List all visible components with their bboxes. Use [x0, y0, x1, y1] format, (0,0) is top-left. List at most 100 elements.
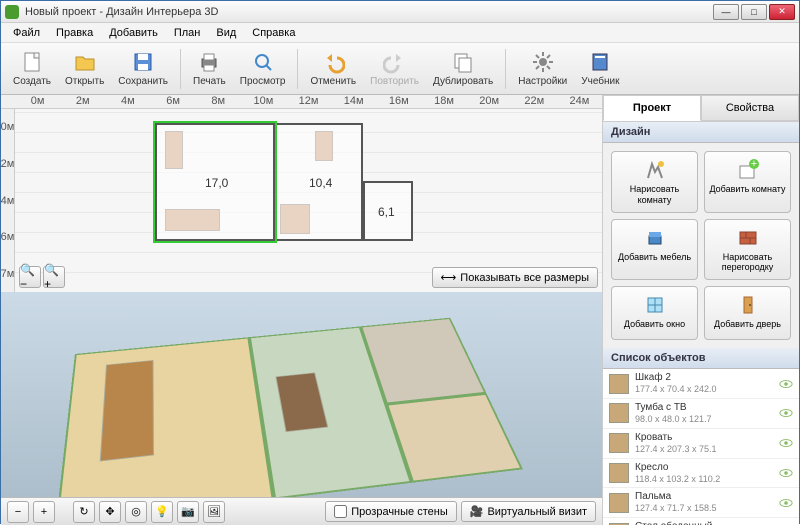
view3d-camera[interactable]: 📷: [177, 501, 199, 523]
visibility-toggle-icon[interactable]: [779, 379, 793, 389]
ruler-tick: 7м: [1, 255, 14, 292]
menu-добавить[interactable]: Добавить: [101, 25, 166, 41]
object-thumbnail: [609, 374, 629, 394]
transparent-walls-label: Прозрачные стены: [351, 506, 447, 518]
workspace: 0м2м4м6м8м10м12м14м16м18м20м22м24м 0м2м4…: [1, 95, 603, 525]
visibility-toggle-icon[interactable]: [779, 408, 793, 418]
menu-вид[interactable]: Вид: [208, 25, 244, 41]
visibility-toggle-icon[interactable]: [779, 498, 793, 508]
object-dimensions: 98.0 x 48.0 x 121.7: [635, 414, 773, 425]
close-button[interactable]: ✕: [769, 4, 795, 20]
object-row[interactable]: Тумба с ТВ98.0 x 48.0 x 121.7: [603, 399, 799, 429]
view3d-toolbar: − + ↻ ✥ ◎ 💡 📷 🖼 Прозрачные стены 🎥 Вирту…: [1, 497, 602, 525]
objects-list[interactable]: Шкаф 2177.4 x 70.4 x 242.0 Тумба с ТВ98.0…: [603, 369, 799, 525]
add-door-button[interactable]: Добавить дверь: [704, 286, 791, 340]
view3d-zoom-in[interactable]: +: [33, 501, 55, 523]
new-icon: [20, 50, 44, 74]
dimensions-icon: ⟷: [441, 271, 457, 284]
view3d-pan[interactable]: ✥: [99, 501, 121, 523]
virtual-tour-button[interactable]: 🎥 Виртуальный визит: [461, 501, 596, 522]
room[interactable]: 6,1: [363, 181, 413, 241]
add-room-icon: +: [736, 158, 760, 182]
view-3d[interactable]: − + ↻ ✥ ◎ 💡 📷 🖼 Прозрачные стены 🎥 Вирту…: [1, 292, 602, 525]
menu-файл[interactable]: Файл: [5, 25, 48, 41]
draw-partition-icon: [736, 226, 760, 250]
open-button[interactable]: Открыть: [59, 48, 110, 89]
tab-properties[interactable]: Свойства: [701, 95, 799, 121]
show-dimensions-button[interactable]: ⟷ Показывать все размеры: [432, 267, 598, 288]
object-name: Стол обеденный: [635, 521, 773, 525]
object-name: Кровать: [635, 432, 773, 444]
object-row[interactable]: Кресло118.4 x 103.2 x 110.2: [603, 459, 799, 489]
preview-button[interactable]: Просмотр: [234, 48, 292, 89]
plan-2d-area[interactable]: 0м2м4м6м7м 6,110,417,0 🔍− 🔍+ ⟷ Показыват…: [1, 109, 602, 292]
object-dimensions: 177.4 x 70.4 x 242.0: [635, 384, 773, 395]
duplicate-button[interactable]: Дублировать: [427, 48, 499, 89]
settings-button[interactable]: Настройки: [512, 48, 573, 89]
toolbar-label: Повторить: [370, 76, 419, 87]
view3d-orbit[interactable]: ◎: [125, 501, 147, 523]
menu-справка[interactable]: Справка: [244, 25, 303, 41]
new-button[interactable]: Создать: [7, 48, 57, 89]
ruler-tick: 24м: [557, 95, 602, 108]
add-door-icon: [736, 293, 760, 317]
view3d-rotate[interactable]: ↻: [73, 501, 95, 523]
add-window-button[interactable]: Добавить окно: [611, 286, 698, 340]
object-info: Шкаф 2177.4 x 70.4 x 242.0: [635, 372, 773, 395]
toolbar-label: Отменить: [310, 76, 356, 87]
transparent-walls-checkbox[interactable]: [334, 505, 347, 518]
ruler-tick: 0м: [15, 95, 60, 108]
minimize-button[interactable]: —: [713, 4, 739, 20]
toolbar-label: Создать: [13, 76, 51, 87]
design-btn-label: Нарисовать комнату: [614, 184, 695, 206]
transparent-walls-toggle[interactable]: Прозрачные стены: [325, 501, 456, 522]
zoom-in-button[interactable]: 🔍+: [43, 266, 65, 288]
room[interactable]: 10,4: [275, 123, 363, 241]
view3d-snapshot[interactable]: 🖼: [203, 501, 225, 523]
settings-icon: [531, 50, 555, 74]
menu-план[interactable]: План: [166, 25, 209, 41]
camera-icon: 🎥: [470, 505, 484, 518]
ruler-tick: 6м: [1, 219, 14, 256]
add-furniture-button[interactable]: Добавить мебель: [611, 219, 698, 281]
object-thumbnail: [609, 403, 629, 423]
toolbar-label: Дублировать: [433, 76, 493, 87]
tutorial-button[interactable]: Учебник: [575, 48, 625, 89]
draw-room-button[interactable]: Нарисовать комнату: [611, 151, 698, 213]
floor-3d-model: [55, 318, 522, 525]
save-button[interactable]: Сохранить: [112, 48, 174, 89]
ruler-tick: 16м: [376, 95, 421, 108]
toolbar-label: Настройки: [518, 76, 567, 87]
object-row[interactable]: Кровать127.4 x 207.3 x 75.1: [603, 429, 799, 459]
show-dimensions-label: Показывать все размеры: [460, 272, 589, 284]
objects-section-header: Список объектов: [603, 348, 799, 369]
canvas-2d[interactable]: 6,1 10,4 17,0 🔍− 🔍+ ⟷ Показывать все разме…: [15, 109, 602, 292]
object-dimensions: 127.4 x 71.7 x 158.5: [635, 503, 773, 514]
object-row[interactable]: Пальма127.4 x 71.7 x 158.5: [603, 488, 799, 518]
tab-project[interactable]: Проект: [603, 95, 701, 121]
print-button[interactable]: Печать: [187, 48, 232, 89]
toolbar: Создать ОткрытьСохранить ПечатьПросмотр Отм…: [1, 43, 799, 95]
draw-partition-button[interactable]: Нарисовать перегородку: [704, 219, 791, 281]
visibility-toggle-icon[interactable]: [779, 468, 793, 478]
view3d-zoom-out[interactable]: −: [7, 501, 29, 523]
ruler-horizontal: 0м2м4м6м8м10м12м14м16м18м20м22м24м: [1, 95, 602, 109]
window-title: Новый проект - Дизайн Интерьера 3D: [25, 6, 713, 18]
redo-icon: [383, 50, 407, 74]
view3d-light[interactable]: 💡: [151, 501, 173, 523]
maximize-button[interactable]: □: [741, 4, 767, 20]
zoom-out-button[interactable]: 🔍−: [19, 266, 41, 288]
undo-button[interactable]: Отменить: [304, 48, 362, 89]
save-icon: [131, 50, 155, 74]
redo-button[interactable]: Повторить: [364, 48, 425, 89]
ruler-tick: 20м: [467, 95, 512, 108]
visibility-toggle-icon[interactable]: [779, 438, 793, 448]
side-tabs: Проект Свойства: [603, 95, 799, 122]
ruler-tick: 10м: [241, 95, 286, 108]
room[interactable]: 17,0: [155, 123, 275, 241]
open-icon: [73, 50, 97, 74]
object-row[interactable]: Шкаф 2177.4 x 70.4 x 242.0: [603, 369, 799, 399]
room-area-label: 10,4: [309, 176, 332, 190]
menu-правка[interactable]: Правка: [48, 25, 101, 41]
add-room-button[interactable]: +Добавить комнату: [704, 151, 791, 213]
